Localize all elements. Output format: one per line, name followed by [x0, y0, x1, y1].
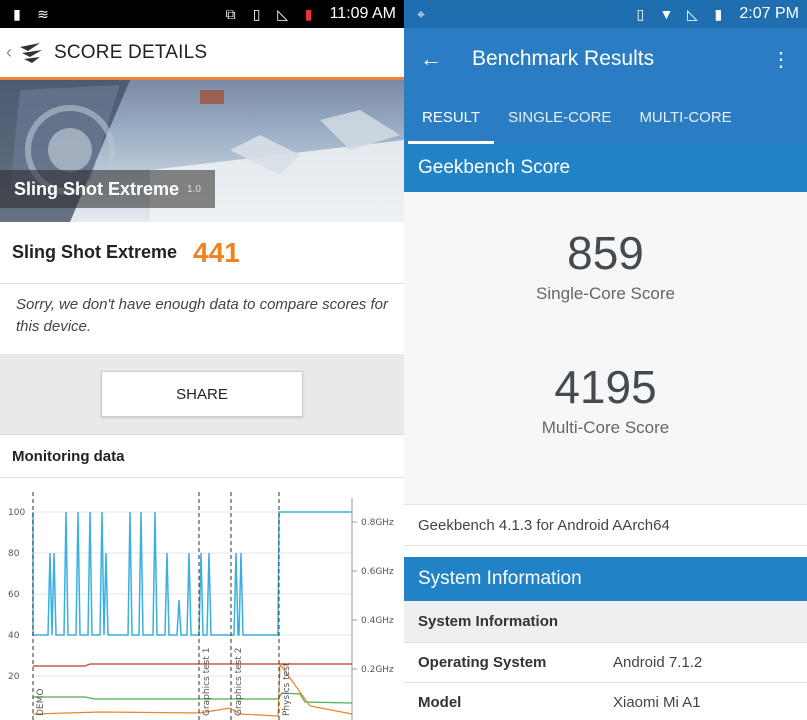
back-arrow-icon[interactable]: ←	[420, 46, 472, 72]
tab-multi-core[interactable]: MULTI-CORE	[625, 90, 745, 144]
share-button[interactable]: SHARE	[101, 371, 303, 417]
vibrate-icon: ▯	[252, 5, 261, 22]
y-tick-label: 60	[8, 590, 20, 600]
info-value: Android 7.1.2	[613, 654, 703, 671]
app-bar: ‹ SCORE DETAILS	[0, 28, 404, 80]
cast-icon: ⧉	[225, 5, 236, 22]
battery-icon: ▮	[714, 5, 723, 22]
scores-panel: 859 Single-Core Score 4195 Multi-Core Sc…	[404, 192, 807, 504]
overflow-menu-icon[interactable]: ⋮	[771, 47, 791, 72]
status-time: 11:09 AM	[329, 5, 396, 22]
monitoring-header: Monitoring data	[0, 434, 404, 478]
score-card: Sling Shot Extreme 441 Sorry, we don't h…	[0, 222, 404, 354]
tab-result[interactable]: RESULT	[408, 90, 495, 144]
back-chevron-icon[interactable]: ‹	[6, 42, 18, 63]
marker-label: Graphics test 2	[234, 648, 244, 716]
no-signal-icon: ◺	[687, 5, 698, 22]
marker-label: Graphics test 1	[202, 648, 212, 716]
y-tick-label: 80	[8, 549, 20, 559]
benchmark-banner: Sling Shot Extreme 1.0	[0, 80, 404, 222]
tab-bar: RESULT SINGLE-CORE MULTI-CORE	[404, 90, 807, 144]
score-name: Sling Shot Extreme	[12, 242, 178, 262]
3dmark-logo-icon	[20, 42, 42, 63]
banner-label: Sling Shot Extreme 1.0	[0, 170, 215, 208]
info-row-os: Operating System Android 7.1.2	[404, 643, 807, 683]
score-value: 441	[193, 236, 240, 268]
battery-low-icon: ▮	[304, 5, 313, 22]
y2-tick-label: 0.4GHz	[361, 616, 394, 626]
score-row: Sling Shot Extreme 441	[0, 222, 404, 284]
single-core-label: Single-Core Score	[536, 284, 675, 303]
y2-tick-label: 0.6GHz	[361, 567, 394, 577]
app-bar: ← Benchmark Results ⋮	[404, 28, 807, 90]
info-row-model: Model Xiaomi Mi A1	[404, 683, 807, 720]
tab-single-core[interactable]: SINGLE-CORE	[494, 90, 625, 144]
monitoring-chart: 100 80 60 40 20 0.8GHz 0.6GHz 0.4GHz 0.2GHz DEM…	[0, 478, 404, 720]
banner-version: 1.0	[187, 183, 201, 195]
y-tick-label: 100	[8, 508, 25, 518]
wifi-icon: ▼	[659, 6, 674, 22]
frequency-line	[32, 662, 353, 717]
y-tick-label: 20	[8, 672, 20, 682]
y-tick-label: 40	[8, 631, 20, 641]
share-area: SHARE	[0, 354, 404, 434]
multi-core-score: 4195	[554, 361, 657, 413]
no-signal-icon: ◺	[277, 5, 288, 22]
status-time: 2:07 PM	[739, 5, 799, 22]
comparison-message: Sorry, we don't have enough data to comp…	[16, 296, 388, 335]
multi-core-label: Multi-Core Score	[541, 418, 670, 437]
system-info-subheader: System Information	[404, 601, 807, 643]
maps-notification-icon: ⌖	[417, 5, 425, 22]
page-title: SCORE DETAILS	[54, 41, 208, 63]
3dmark-notification-icon: ≋	[37, 5, 49, 22]
battery-alert-icon: ▮	[13, 5, 21, 22]
info-value: Xiaomi Mi A1	[613, 694, 701, 711]
version-line: Geekbench 4.1.3 for Android AArch64	[404, 504, 807, 546]
system-info-header: System Information	[404, 557, 807, 601]
single-core-score: 859	[567, 227, 644, 279]
3dmark-screen: ▮ ≋ ⧉ ▯ ◺ ▮ 11:09 AM ‹ SCORE DETAILS Sli…	[0, 0, 404, 720]
score-header: Geekbench Score	[404, 144, 807, 192]
y2-tick-label: 0.8GHz	[361, 518, 394, 528]
temperature-line	[33, 663, 352, 667]
status-bar: ⌖ ▯ ▼ ◺ ▮ 2:07 PM	[404, 0, 807, 28]
marker-label: Physics test	[282, 662, 292, 716]
y2-tick-label: 0.2GHz	[361, 665, 394, 675]
status-bar: ▮ ≋ ⧉ ▯ ◺ ▮ 11:09 AM	[0, 0, 404, 28]
page-title: Benchmark Results	[472, 47, 655, 70]
marker-label: DEMO	[36, 689, 46, 716]
info-key: Operating System	[418, 654, 547, 671]
vibrate-icon: ▯	[636, 5, 645, 22]
geekbench-screen: ⌖ ▯ ▼ ◺ ▮ 2:07 PM ← Benchmark Results ⋮ …	[404, 0, 807, 720]
info-key: Model	[418, 694, 462, 711]
monitoring-chart-svg: 100 80 60 40 20 0.8GHz 0.6GHz 0.4GHz 0.2GHz DEM…	[8, 492, 394, 720]
banner-title: Sling Shot Extreme	[14, 178, 180, 199]
cpu-load-line	[32, 511, 352, 636]
